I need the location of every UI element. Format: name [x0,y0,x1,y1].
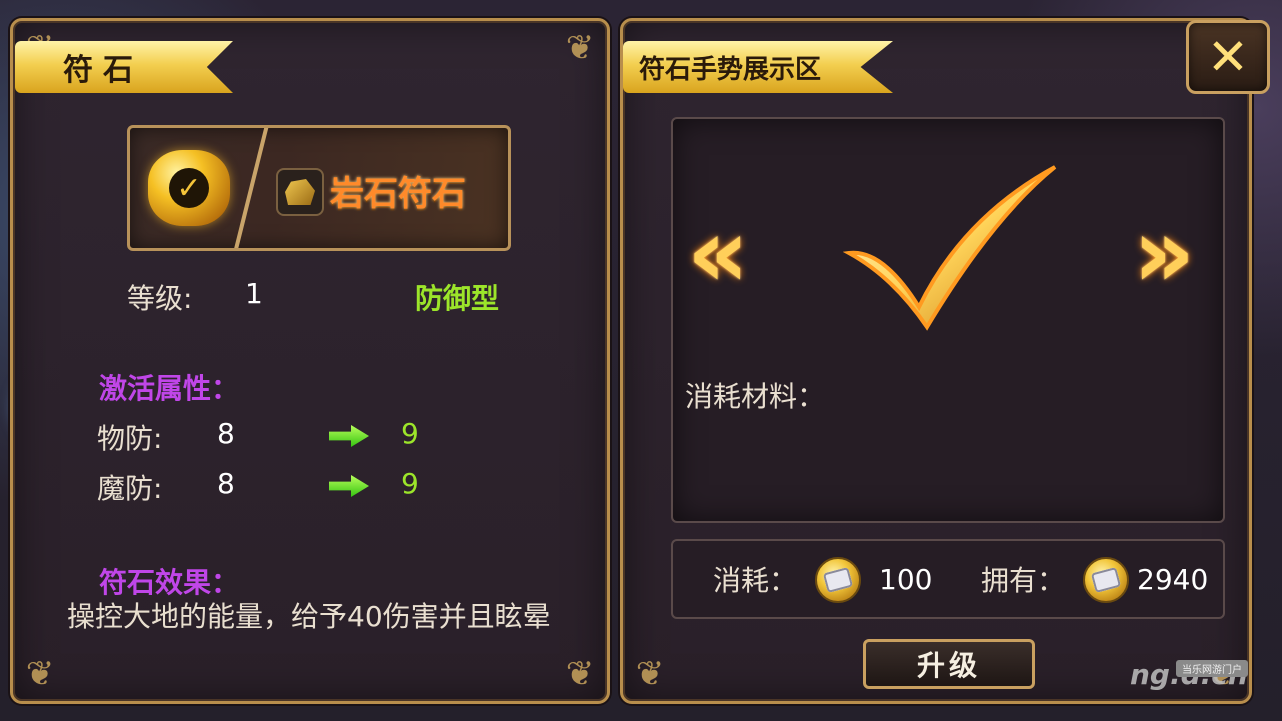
gesture-display-panel: ❦ ❦ 符石手势展示区 « » 消耗材料： 消耗： 100 拥有： 2940 升… [620,18,1252,704]
card-divider [229,128,271,248]
watermark-tag: 当乐网游门户 [1176,660,1248,677]
close-button[interactable]: ✕ [1186,20,1270,94]
panel-title: 符石手势展示区 [623,41,893,93]
corner-ornament-icon: ❦ [565,654,595,694]
cost-bar: 消耗： 100 拥有： 2940 [671,539,1225,619]
gesture-display-area: « » 消耗材料： [671,117,1225,523]
panel-title: 符石 [15,41,233,93]
corner-ornament-icon: ❦ [25,654,55,694]
attr-label: 物防: [97,422,163,455]
rune-type: 防御型 [415,282,500,315]
prev-gesture-button[interactable]: « [687,205,749,301]
rune-info-panel: ❦ ❦ ❦ ❦ 符石 ✓ 岩石符石 等级: 1 防御型 激活属性： 物防: 8 … [10,18,610,704]
level-value: 1 [245,277,263,310]
level-label: 等级: [127,282,193,315]
upgrade-button[interactable]: 升级 [863,639,1035,689]
attr-current: 8 [217,417,235,450]
owned-label: 拥有： [981,564,1066,597]
cost-label: 消耗： [713,564,798,597]
checkmark-gesture-icon [843,165,1057,331]
attr-next: 9 [401,417,419,450]
next-gesture-button[interactable]: » [1133,205,1195,301]
arrow-right-icon [329,425,369,447]
rock-element-icon [276,168,324,216]
currency-icon [1083,557,1129,603]
check-icon: ✓ [169,168,209,208]
materials-label: 消耗材料： [685,380,826,413]
corner-ornament-icon: ❦ [565,28,595,68]
cost-value: 100 [879,563,933,596]
activate-attrs-title: 激活属性： [99,372,240,405]
attr-current: 8 [217,467,235,500]
attr-next: 9 [401,467,419,500]
attr-label: 魔防: [97,472,163,505]
effect-text: 操控大地的能量，给予40伤害并且眩晕 [67,600,551,633]
arrow-right-icon [329,475,369,497]
rune-name: 岩石符石 [330,174,466,214]
corner-ornament-icon: ❦ [635,654,665,694]
rune-gem-icon: ✓ [148,150,230,226]
owned-value: 2940 [1137,563,1209,596]
currency-icon [815,557,861,603]
rune-card: ✓ 岩石符石 [127,125,511,251]
